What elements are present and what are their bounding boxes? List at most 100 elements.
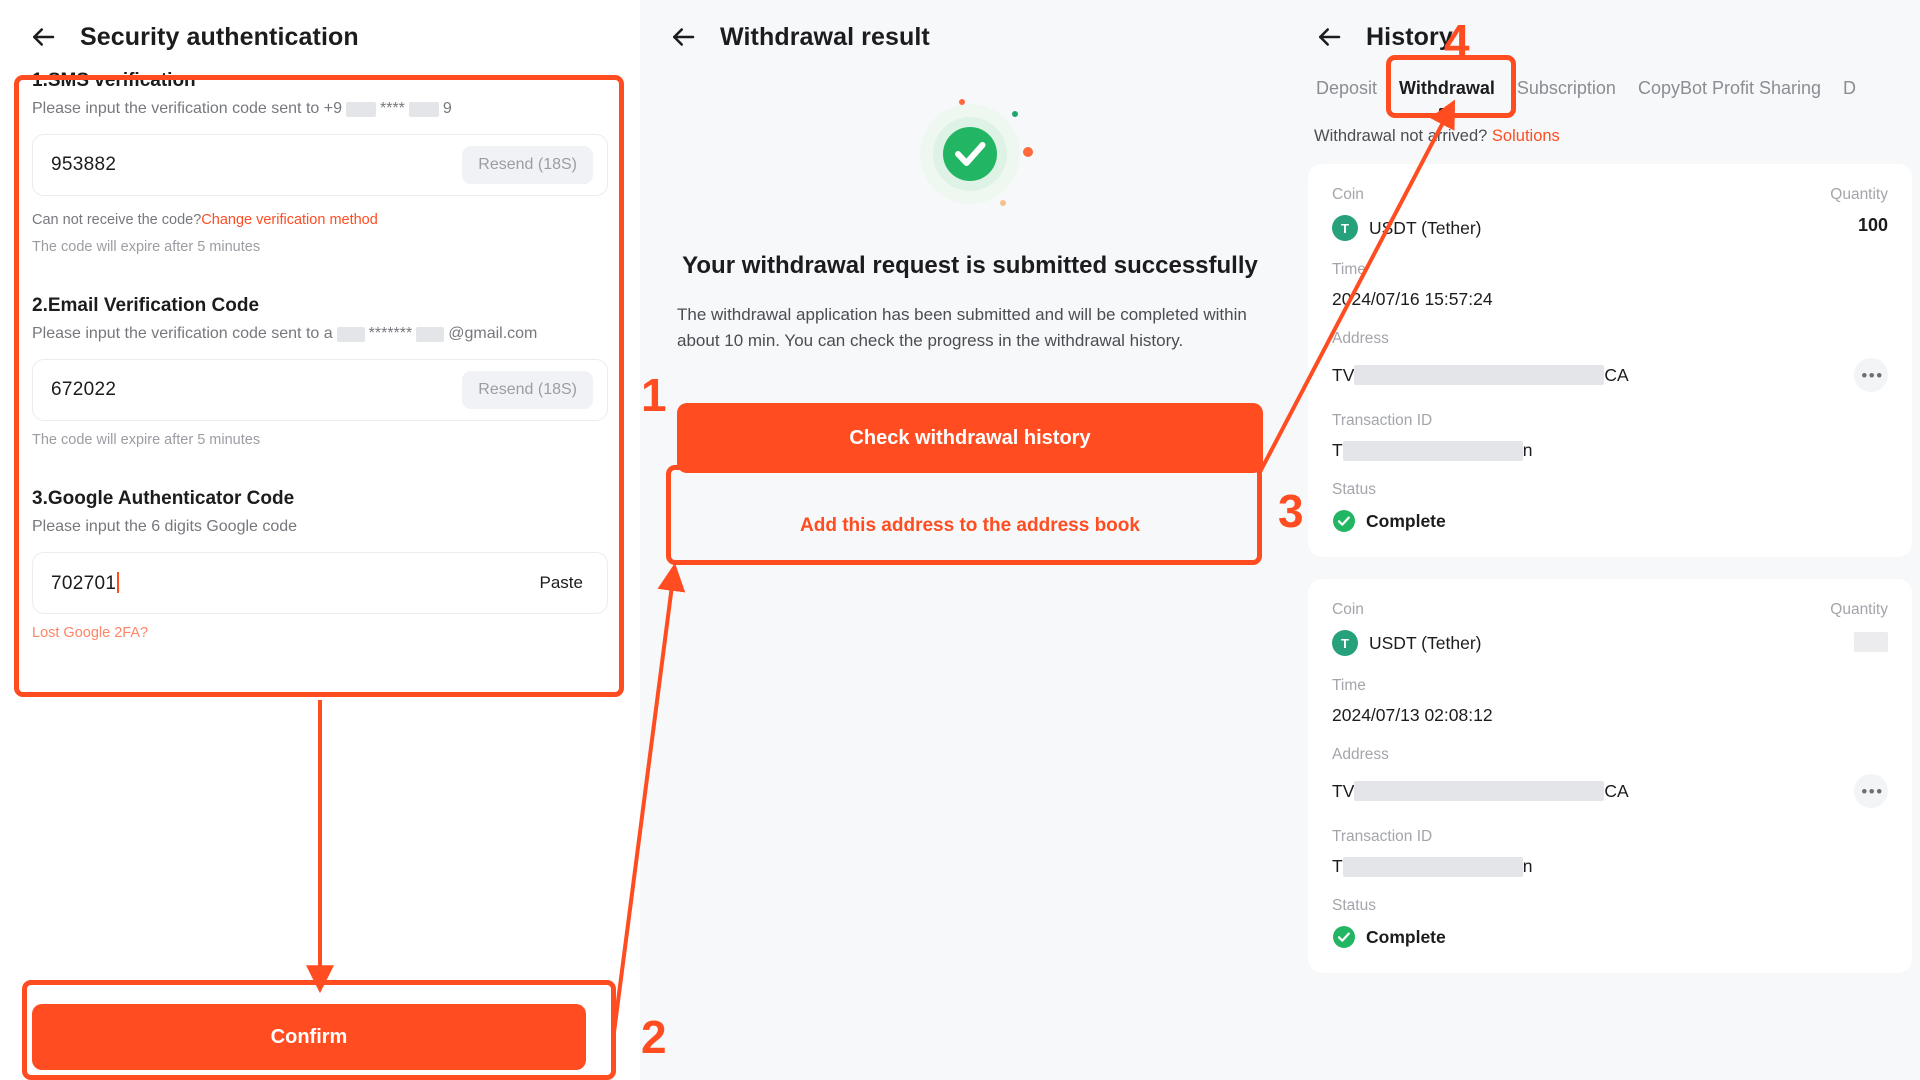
- tab-withdrawal[interactable]: Withdrawal: [1397, 74, 1497, 103]
- coin-block: Coin T USDT (Tether): [1332, 601, 1481, 656]
- back-arrow-icon[interactable]: [1314, 22, 1344, 52]
- back-arrow-icon[interactable]: [668, 22, 698, 52]
- quantity-block: Quantity 100: [1830, 186, 1888, 236]
- verification-form: 1.SMS verification Please input the veri…: [0, 52, 640, 641]
- google-code-input[interactable]: 702701 Paste: [32, 552, 608, 614]
- success-check-icon: [904, 86, 1036, 218]
- sms-help-row: Can not receive the code?Change verifica…: [32, 212, 608, 228]
- history-tab-bar: Deposit Withdrawal Subscription CopyBot …: [1300, 52, 1920, 103]
- quantity-value: 100: [1857, 215, 1888, 235]
- coin-quantity-row: Coin T USDT (Tether) Quan: [1332, 186, 1888, 241]
- tab-subscription[interactable]: Subscription: [1515, 74, 1618, 103]
- solutions-link[interactable]: Solutions: [1492, 127, 1560, 145]
- address-redaction: [1354, 781, 1605, 801]
- address-value: TV CA: [1332, 365, 1629, 386]
- sms-sub-prefix: Please input the verification code sent …: [32, 100, 342, 117]
- history-panel: History Deposit Withdrawal Subscription …: [1300, 0, 1920, 1080]
- coin-name: USDT (Tether): [1369, 217, 1482, 238]
- paste-button[interactable]: Paste: [530, 565, 593, 601]
- quantity-redaction: [1854, 632, 1888, 652]
- sms-verification-section: 1.SMS verification Please input the veri…: [32, 70, 608, 255]
- tab-deposit[interactable]: Deposit: [1314, 74, 1379, 103]
- transaction-id-value-line: Tn: [1332, 856, 1888, 877]
- sms-expire-hint: The code will expire after 5 minutes: [32, 239, 261, 255]
- google-section-heading: 3.Google Authenticator Code: [32, 488, 295, 509]
- confirm-button[interactable]: Confirm: [32, 1004, 586, 1070]
- phone-redaction-2: [408, 101, 439, 117]
- result-headline: Your withdrawal request is submitted suc…: [682, 252, 1258, 279]
- coin-block: Coin T USDT (Tether): [1332, 186, 1481, 241]
- left-panel-header: Security authentication: [0, 0, 640, 52]
- txid-prefix: T: [1332, 856, 1343, 876]
- status-value: Complete: [1366, 926, 1446, 947]
- usdt-coin-icon: T: [1332, 215, 1358, 241]
- notice-text: Withdrawal not arrived?: [1314, 127, 1488, 145]
- txid-redaction: [1342, 440, 1523, 461]
- svg-text:T: T: [1341, 636, 1349, 651]
- withdrawal-notice: Withdrawal not arrived? Solutions: [1300, 103, 1920, 146]
- tab-more-truncated[interactable]: D: [1841, 74, 1858, 103]
- status-value: Complete: [1366, 510, 1446, 531]
- email-section-subtitle: Please input the verification code sent …: [32, 325, 608, 343]
- transaction-id-block: Transaction ID Tn: [1332, 828, 1888, 877]
- address-redaction: [1354, 365, 1605, 385]
- sms-code-input[interactable]: 953882 Resend (18S): [32, 134, 608, 196]
- lost-google-2fa-link[interactable]: Lost Google 2FA?: [32, 625, 608, 641]
- time-label: Time: [1332, 261, 1366, 278]
- email-code-value: 672022: [51, 379, 117, 400]
- email-expire-hint: The code will expire after 5 minutes: [32, 432, 261, 448]
- withdrawal-result-body: Your withdrawal request is submitted suc…: [640, 52, 1300, 537]
- sms-section-heading: 1.SMS verification: [32, 70, 196, 91]
- middle-panel-header: Withdrawal result: [640, 0, 1300, 52]
- address-block: Address TV CA •••: [1332, 330, 1888, 392]
- sms-resend-button[interactable]: Resend (18S): [462, 146, 593, 184]
- more-options-icon[interactable]: •••: [1854, 358, 1888, 392]
- sms-section-subtitle: Please input the verification code sent …: [32, 100, 608, 118]
- address-value-line: TV CA •••: [1332, 774, 1888, 808]
- sms-sub-suffix: 9: [442, 100, 452, 117]
- section-spacer-1: [32, 255, 608, 295]
- address-value: TV CA: [1332, 781, 1629, 802]
- address-label: Address: [1332, 330, 1389, 347]
- status-complete-icon: [1332, 509, 1356, 533]
- status-complete-icon: [1332, 925, 1356, 949]
- quantity-value: [1830, 632, 1888, 657]
- result-description: The withdrawal application has been subm…: [677, 305, 1247, 350]
- txid-suffix: n: [1522, 440, 1533, 460]
- txid-redaction: [1342, 856, 1523, 877]
- address-suffix: CA: [1604, 780, 1629, 801]
- coin-label: Coin: [1332, 186, 1364, 203]
- page-title: History: [1366, 22, 1453, 51]
- quantity-label: Quantity: [1830, 186, 1888, 203]
- add-address-to-address-book-link[interactable]: Add this address to the address book: [800, 515, 1140, 537]
- status-label: Status: [1332, 897, 1376, 914]
- tab-copybot-profit-sharing[interactable]: CopyBot Profit Sharing: [1636, 74, 1823, 103]
- sms-sub-mask: ****: [379, 100, 405, 117]
- quantity-block: Quantity: [1830, 601, 1888, 657]
- security-authentication-panel: Security authentication 1.SMS verificati…: [0, 0, 640, 1080]
- transaction-id-label: Transaction ID: [1332, 828, 1433, 845]
- more-options-icon[interactable]: •••: [1854, 774, 1888, 808]
- transaction-id-value: Tn: [1332, 440, 1532, 461]
- email-resend-button[interactable]: Resend (18S): [462, 371, 593, 409]
- history-record-card[interactable]: Coin T USDT (Tether) Quan: [1308, 164, 1912, 557]
- email-verification-section: 2.Email Verification Code Please input t…: [32, 295, 608, 448]
- status-label: Status: [1332, 481, 1376, 498]
- coin-name: USDT (Tether): [1369, 632, 1482, 653]
- back-arrow-icon[interactable]: [28, 22, 58, 52]
- transaction-id-value-line: Tn: [1332, 440, 1888, 461]
- withdrawal-result-panel: Withdrawal result Your withdrawal reques…: [640, 0, 1300, 1080]
- address-prefix: TV: [1332, 780, 1355, 801]
- coin-label: Coin: [1332, 601, 1364, 618]
- address-label: Address: [1332, 746, 1389, 763]
- usdt-coin-icon: T: [1332, 630, 1358, 656]
- change-verification-method-link[interactable]: Change verification method: [201, 212, 378, 228]
- sms-help-question: Can not receive the code?: [32, 212, 202, 228]
- google-code-value: 702701: [51, 572, 117, 594]
- status-block: Status Complete: [1332, 481, 1888, 533]
- email-code-input[interactable]: 672022 Resend (18S): [32, 359, 608, 421]
- check-withdrawal-history-button[interactable]: Check withdrawal history: [677, 403, 1263, 473]
- quantity-label: Quantity: [1830, 601, 1888, 618]
- history-record-card[interactable]: Coin T USDT (Tether) Quan: [1308, 579, 1912, 973]
- right-panel-header: History: [1300, 0, 1920, 52]
